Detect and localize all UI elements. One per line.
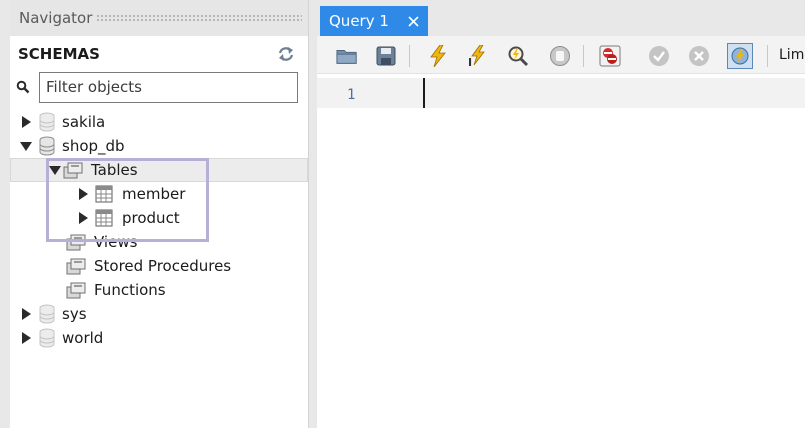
open-folder-icon[interactable] <box>336 45 358 67</box>
folder-icon <box>66 233 88 251</box>
schemas-title: SCHEMAS <box>18 45 100 63</box>
tree-label: Tables <box>91 161 138 179</box>
text-caret <box>423 78 425 108</box>
tree-label: sys <box>62 305 87 323</box>
table-icon <box>95 185 113 203</box>
tree-label: member <box>122 185 186 203</box>
tree-item-product[interactable]: product <box>10 206 308 230</box>
toggle-error-stop-icon[interactable] <box>599 45 621 67</box>
execute-lightning-icon[interactable] <box>427 45 449 67</box>
expand-arrow-icon[interactable] <box>77 188 89 200</box>
database-icon <box>38 136 56 156</box>
tree-item-tables[interactable]: Tables <box>10 158 308 182</box>
current-line-highlight <box>317 78 805 108</box>
database-icon <box>38 328 56 348</box>
tree-item-stored-procedures[interactable]: Stored Procedures <box>10 254 308 278</box>
svg-text:I: I <box>468 56 472 67</box>
tree-label: sakila <box>62 113 106 131</box>
navigator-grip[interactable] <box>96 14 302 22</box>
tree-item-member[interactable]: member <box>10 182 308 206</box>
expand-arrow-icon[interactable] <box>20 116 32 128</box>
navigator-header: Navigator <box>10 0 308 36</box>
expand-arrow-icon[interactable] <box>20 308 32 320</box>
toolbar-separator <box>767 45 768 67</box>
toolbar-separator <box>409 45 410 67</box>
save-icon[interactable] <box>375 45 397 67</box>
tab-query-1[interactable]: Query 1 <box>320 6 428 36</box>
tree-label: Stored Procedures <box>94 257 232 275</box>
schema-tree: sakila shop_db Tables member product Vie… <box>10 110 308 350</box>
expand-arrow-icon[interactable] <box>20 332 32 344</box>
sql-editor[interactable]: 1 <box>317 74 805 428</box>
tree-label: Functions <box>94 281 166 299</box>
query-panel: Query 1 I Lim 1 <box>317 0 805 428</box>
tab-bar: Query 1 <box>317 0 805 36</box>
refresh-icon[interactable] <box>278 46 294 62</box>
limit-rows-label[interactable]: Limi <box>779 47 805 63</box>
line-number: 1 <box>347 87 356 103</box>
tree-item-shop-db[interactable]: shop_db <box>10 134 308 158</box>
folder-icon <box>63 161 85 179</box>
autocommit-icon[interactable] <box>727 43 753 69</box>
execute-current-icon[interactable]: I <box>467 45 489 67</box>
panel-splitter[interactable] <box>308 0 317 428</box>
tree-label: world <box>62 329 104 347</box>
folder-icon <box>66 281 88 299</box>
search-icon <box>16 80 30 94</box>
navigator-panel: Navigator SCHEMAS Filter objects sakila … <box>10 0 308 428</box>
expand-arrow-icon[interactable] <box>77 212 89 224</box>
tree-label: shop_db <box>62 137 125 155</box>
explain-magnifier-icon[interactable] <box>507 45 529 67</box>
schemas-header: SCHEMAS <box>18 43 294 65</box>
tab-label: Query 1 <box>329 12 389 30</box>
folder-icon <box>66 257 88 275</box>
tree-label: Views <box>94 233 138 251</box>
filter-row <box>14 71 301 103</box>
table-icon <box>95 209 113 227</box>
tree-item-views[interactable]: Views <box>10 230 308 254</box>
database-icon <box>38 304 56 324</box>
tree-label: product <box>122 209 180 227</box>
close-icon[interactable] <box>407 14 420 27</box>
tree-item-functions[interactable]: Functions <box>10 278 308 302</box>
database-icon <box>38 112 56 132</box>
tree-item-sakila[interactable]: sakila <box>10 110 308 134</box>
collapse-arrow-icon[interactable] <box>20 140 32 152</box>
stop-icon[interactable] <box>549 45 571 67</box>
navigator-title: Navigator <box>19 9 93 27</box>
sql-toolbar: I Limi <box>317 36 805 74</box>
collapse-arrow-icon[interactable] <box>49 164 61 176</box>
rollback-icon[interactable] <box>688 45 710 67</box>
tree-item-world[interactable]: world <box>10 326 308 350</box>
toolbar-separator <box>583 45 584 67</box>
filter-objects-input[interactable] <box>39 71 298 103</box>
tree-item-sys[interactable]: sys <box>10 302 308 326</box>
commit-check-icon[interactable] <box>648 45 670 67</box>
